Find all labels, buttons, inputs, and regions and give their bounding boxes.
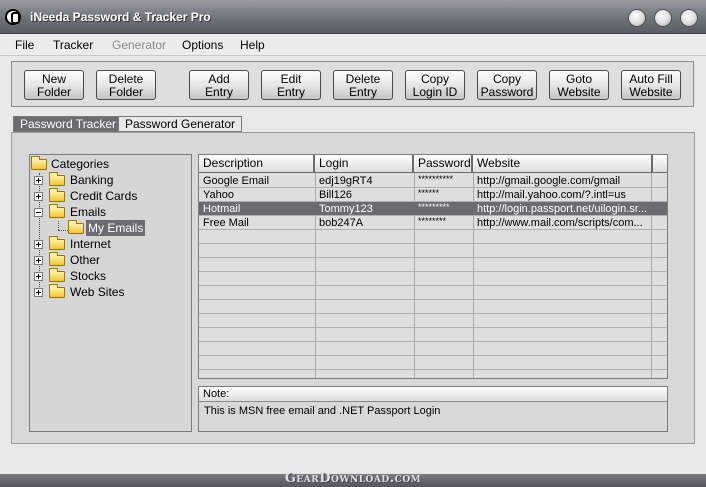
folder-open-icon xyxy=(31,156,47,170)
tree-folder-emails[interactable]: Emails xyxy=(30,204,190,220)
cell-website: http://gmail.google.com/gmail xyxy=(477,175,621,187)
cell-password: ********* xyxy=(418,202,450,212)
column-header-website[interactable]: Website xyxy=(473,155,653,173)
table-row[interactable]: Hotmail Tommy123 ********* http://login.pas… xyxy=(199,202,667,216)
folder-open-icon xyxy=(49,204,65,218)
tree-folder-credit-cards[interactable]: Credit Cards xyxy=(30,188,190,204)
empty-row xyxy=(199,258,667,272)
cell-login: bob247A xyxy=(319,217,364,229)
cell-website: http://login.passport.net/uilogin.sr... xyxy=(477,203,647,215)
entries-grid[interactable]: Description Login Password Website Googl… xyxy=(198,154,668,379)
cell-website: http://www.mail.com/scripts/com... xyxy=(477,217,643,229)
close-button[interactable] xyxy=(680,9,698,27)
empty-row xyxy=(199,244,667,258)
menu-generator[interactable]: Generator xyxy=(112,38,166,52)
empty-row xyxy=(199,272,667,286)
menu-file[interactable]: File xyxy=(15,38,34,52)
column-header-login[interactable]: Login xyxy=(315,155,414,173)
delete-folder-button[interactable]: Delete Folder xyxy=(96,70,156,100)
expand-icon[interactable] xyxy=(34,240,43,249)
expand-icon[interactable] xyxy=(34,288,43,297)
empty-row xyxy=(199,230,667,244)
cell-login: Bill126 xyxy=(319,189,353,201)
empty-row xyxy=(199,342,667,356)
tree-folder-other[interactable]: Other xyxy=(30,252,190,268)
empty-row xyxy=(199,300,667,314)
folder-open-icon xyxy=(68,220,84,234)
menu-bar: File Tracker Generator Options Help xyxy=(0,34,706,56)
tab-password-generator[interactable]: Password Generator xyxy=(118,116,243,132)
folder-icon xyxy=(49,236,65,250)
note-label: Note: xyxy=(199,387,667,402)
tree-folder-internet[interactable]: Internet xyxy=(30,236,190,252)
menu-help[interactable]: Help xyxy=(240,38,265,52)
table-row[interactable]: Google Email edj19gRT4 ********** http://gm… xyxy=(199,174,667,188)
add-entry-button[interactable]: Add Entry xyxy=(189,70,249,100)
folder-icon xyxy=(49,268,65,282)
category-tree[interactable]: Categories Banking Credit Cards Emails M… xyxy=(29,154,192,432)
cell-password: ******** xyxy=(418,216,447,226)
expand-icon[interactable] xyxy=(34,272,43,281)
folder-icon xyxy=(49,172,65,186)
cell-password: ****** xyxy=(418,188,440,198)
table-row[interactable]: Free Mail bob247A ******** http://www.mail.… xyxy=(199,216,667,230)
tree-folder-stocks[interactable]: Stocks xyxy=(30,268,190,284)
table-row[interactable]: Yahoo Bill126 ****** http://mail.yahoo.com/… xyxy=(199,188,667,202)
copy-password-button[interactable]: Copy Password xyxy=(477,70,537,100)
note-text[interactable]: This is MSN free email and .NET Passport… xyxy=(204,405,440,417)
goto-website-button[interactable]: Goto Website xyxy=(549,70,609,100)
cell-login: edj19gRT4 xyxy=(319,175,373,187)
expand-icon[interactable] xyxy=(34,176,43,185)
folder-icon xyxy=(49,252,65,266)
window-title: iNeeda Password & Tracker Pro xyxy=(30,10,211,24)
empty-row xyxy=(199,356,667,370)
toolbar: New Folder Delete Folder Add Entry Edit … xyxy=(11,61,694,107)
cell-password: ********** xyxy=(418,174,454,184)
cell-description: Free Mail xyxy=(203,217,249,229)
empty-row xyxy=(199,328,667,342)
cell-website: http://mail.yahoo.com/?.intl=us xyxy=(477,189,626,201)
new-folder-button[interactable]: New Folder xyxy=(24,70,84,100)
tree-root[interactable]: Categories xyxy=(30,156,190,172)
collapse-icon[interactable] xyxy=(34,208,43,217)
empty-row xyxy=(199,286,667,300)
cell-description: Google Email xyxy=(203,175,270,187)
folder-icon xyxy=(49,188,65,202)
auto-fill-website-button[interactable]: Auto Fill Website xyxy=(621,70,681,100)
tree-folder-my-emails[interactable]: My Emails xyxy=(30,220,190,236)
tree-folder-banking[interactable]: Banking xyxy=(30,172,190,188)
note-panel: Note: This is MSN free email and .NET Pa… xyxy=(198,386,668,432)
cell-description: Yahoo xyxy=(203,189,234,201)
expand-icon[interactable] xyxy=(34,192,43,201)
delete-entry-button[interactable]: Delete Entry xyxy=(333,70,393,100)
maximize-button[interactable] xyxy=(654,9,672,27)
empty-row xyxy=(199,314,667,328)
column-header-description[interactable]: Description xyxy=(199,155,315,173)
copy-login-id-button[interactable]: Copy Login ID xyxy=(405,70,465,100)
folder-icon xyxy=(49,284,65,298)
menu-tracker[interactable]: Tracker xyxy=(53,38,93,52)
tree-folder-web-sites[interactable]: Web Sites xyxy=(30,284,190,300)
watermark: GearDownload.com xyxy=(284,471,422,486)
grid-header: Description Login Password Website xyxy=(199,155,667,173)
empty-row xyxy=(199,370,667,378)
tab-password-tracker[interactable]: Password Tracker xyxy=(13,116,124,132)
column-header-filler xyxy=(653,155,667,173)
column-header-password[interactable]: Password xyxy=(414,155,473,173)
expand-icon[interactable] xyxy=(34,256,43,265)
edit-entry-button[interactable]: Edit Entry xyxy=(261,70,321,100)
cell-description: Hotmail xyxy=(203,203,241,215)
minimize-button[interactable] xyxy=(628,9,646,27)
cell-login: Tommy123 xyxy=(319,203,373,215)
app-icon[interactable] xyxy=(5,9,21,25)
menu-options[interactable]: Options xyxy=(182,38,223,52)
title-bar: iNeeda Password & Tracker Pro xyxy=(0,0,706,34)
